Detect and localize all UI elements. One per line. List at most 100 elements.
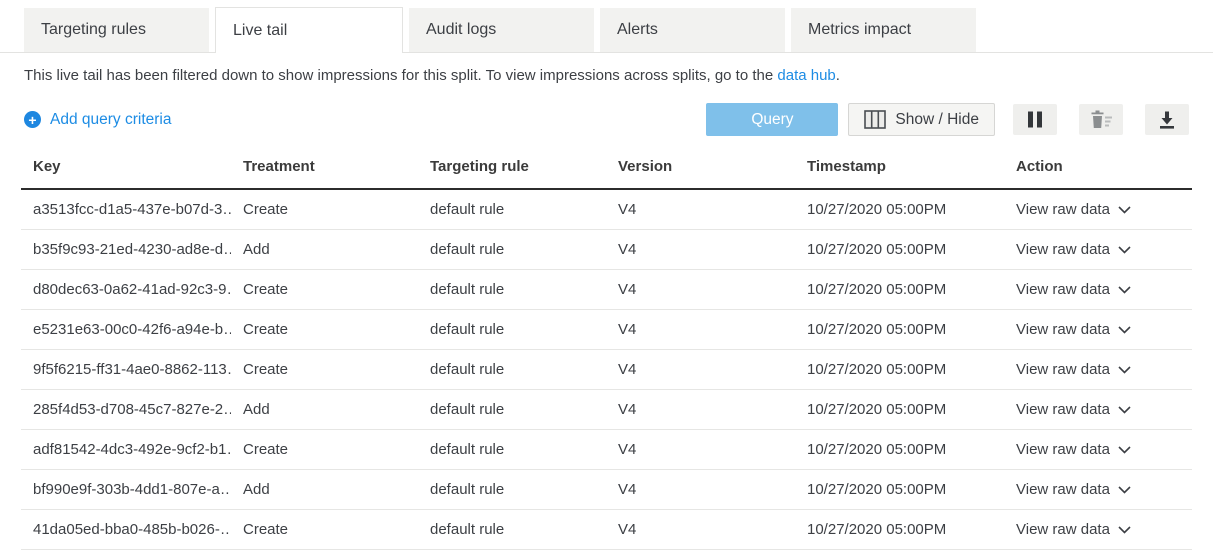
cell-action: View raw data [1004,389,1192,429]
cell-timestamp: 10/27/2020 05:00PM [795,469,1004,509]
tab-metrics-impact[interactable]: Metrics impact [791,8,976,52]
toolbar-right-group: Query Show / Hide [706,103,1189,136]
cell-treatment: Create [231,189,418,229]
cell-version: V4 [606,389,795,429]
chevron-down-icon [1118,446,1131,454]
chevron-down-icon [1118,286,1131,294]
cell-key: bf990e9f-303b-4dd1-807e-a… [21,469,231,509]
view-raw-data-button[interactable]: View raw data [1016,401,1131,418]
table-header-row: KeyTreatmentTargeting ruleVersionTimesta… [21,149,1192,189]
cell-targeting-rule: default rule [418,469,606,509]
cell-targeting-rule: default rule [418,309,606,349]
cell-targeting-rule: default rule [418,269,606,309]
tab-audit-logs[interactable]: Audit logs [409,8,594,52]
cell-targeting-rule: default rule [418,229,606,269]
cell-version: V4 [606,269,795,309]
live-tail-table: KeyTreatmentTargeting ruleVersionTimesta… [21,149,1192,550]
plus-circle-icon: + [24,111,41,128]
clear-log-button[interactable] [1079,104,1123,135]
add-query-criteria-label: Add query criteria [50,111,171,129]
cell-timestamp: 10/27/2020 05:00PM [795,429,1004,469]
view-raw-data-label: View raw data [1016,481,1110,498]
cell-targeting-rule: default rule [418,429,606,469]
column-header-key: Key [21,149,231,189]
cell-action: View raw data [1004,349,1192,389]
table-row: e5231e63-00c0-42f6-a94e-b… Create defaul… [21,309,1192,349]
cell-treatment: Create [231,269,418,309]
query-button[interactable]: Query [706,103,838,136]
cell-treatment: Create [231,509,418,549]
view-raw-data-label: View raw data [1016,241,1110,258]
table-row: 41da05ed-bba0-485b-b026-… Create default… [21,509,1192,549]
pause-button[interactable] [1013,104,1057,135]
cell-action: View raw data [1004,269,1192,309]
tab-bar: Targeting rulesLive tailAudit logsAlerts… [0,0,1213,53]
column-header-timestamp: Timestamp [795,149,1004,189]
view-raw-data-button[interactable]: View raw data [1016,441,1131,458]
cell-timestamp: 10/27/2020 05:00PM [795,309,1004,349]
tab-live-tail[interactable]: Live tail [215,7,403,53]
view-raw-data-button[interactable]: View raw data [1016,201,1131,218]
cell-timestamp: 10/27/2020 05:00PM [795,269,1004,309]
view-raw-data-label: View raw data [1016,401,1110,418]
cell-version: V4 [606,429,795,469]
cell-targeting-rule: default rule [418,349,606,389]
live-tail-info-text: This live tail has been filtered down to… [24,67,1189,84]
tab-targeting-rules[interactable]: Targeting rules [24,8,209,52]
data-hub-link[interactable]: data hub [777,67,835,84]
chevron-down-icon [1118,246,1131,254]
view-raw-data-button[interactable]: View raw data [1016,241,1131,258]
view-raw-data-button[interactable]: View raw data [1016,521,1131,538]
add-query-criteria-button[interactable]: + Add query criteria [24,111,171,129]
cell-timestamp: 10/27/2020 05:00PM [795,349,1004,389]
view-raw-data-label: View raw data [1016,521,1110,538]
cell-version: V4 [606,349,795,389]
cell-key: 285f4d53-d708-45c7-827e-2… [21,389,231,429]
show-hide-columns-button[interactable]: Show / Hide [848,103,995,136]
tab-alerts[interactable]: Alerts [600,8,785,52]
cell-action: View raw data [1004,229,1192,269]
cell-treatment: Create [231,309,418,349]
pause-icon [1027,111,1043,128]
table-row: b35f9c93-21ed-4230-ad8e-d… Add default r… [21,229,1192,269]
view-raw-data-button[interactable]: View raw data [1016,281,1131,298]
column-header-action: Action [1004,149,1192,189]
cell-treatment: Add [231,389,418,429]
chevron-down-icon [1118,326,1131,334]
info-text-before: This live tail has been filtered down to… [24,67,777,84]
clear-log-icon [1089,110,1113,129]
cell-targeting-rule: default rule [418,389,606,429]
column-header-targeting-rule: Targeting rule [418,149,606,189]
cell-version: V4 [606,469,795,509]
download-icon [1158,111,1176,129]
chevron-down-icon [1118,486,1131,494]
cell-action: View raw data [1004,469,1192,509]
cell-action: View raw data [1004,509,1192,549]
cell-key: a3513fcc-d1a5-437e-b07d-3… [21,189,231,229]
show-hide-label: Show / Hide [895,111,979,129]
columns-icon [864,110,886,129]
cell-treatment: Create [231,429,418,469]
cell-treatment: Create [231,349,418,389]
view-raw-data-label: View raw data [1016,441,1110,458]
view-raw-data-button[interactable]: View raw data [1016,321,1131,338]
view-raw-data-button[interactable]: View raw data [1016,361,1131,378]
column-header-treatment: Treatment [231,149,418,189]
cell-version: V4 [606,189,795,229]
cell-version: V4 [606,309,795,349]
view-raw-data-label: View raw data [1016,321,1110,338]
cell-targeting-rule: default rule [418,189,606,229]
cell-timestamp: 10/27/2020 05:00PM [795,389,1004,429]
cell-key: e5231e63-00c0-42f6-a94e-b… [21,309,231,349]
view-raw-data-label: View raw data [1016,361,1110,378]
cell-version: V4 [606,229,795,269]
cell-key: 9f5f6215-ff31-4ae0-8862-113… [21,349,231,389]
toolbar: + Add query criteria Query Show / Hide [24,103,1189,136]
view-raw-data-button[interactable]: View raw data [1016,481,1131,498]
column-header-version: Version [606,149,795,189]
cell-key: b35f9c93-21ed-4230-ad8e-d… [21,229,231,269]
download-button[interactable] [1145,104,1189,135]
cell-action: View raw data [1004,429,1192,469]
table-row: a3513fcc-d1a5-437e-b07d-3… Create defaul… [21,189,1192,229]
cell-key: adf81542-4dc3-492e-9cf2-b1… [21,429,231,469]
